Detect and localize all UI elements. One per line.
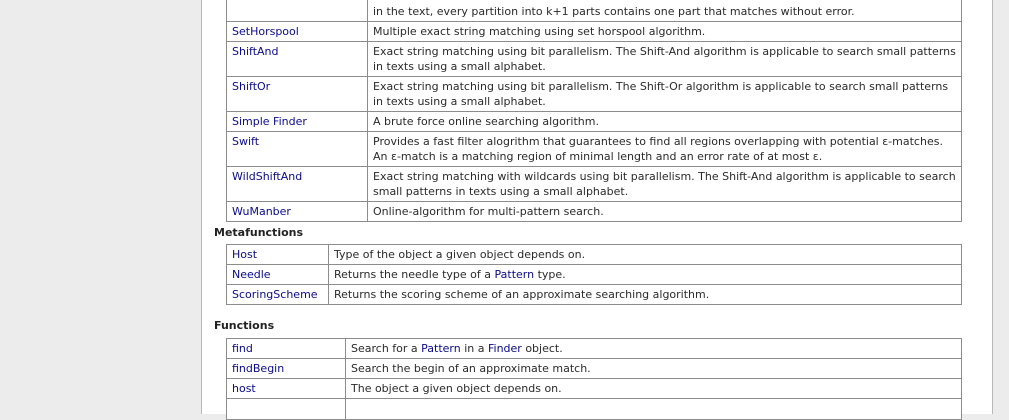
spec-desc: Provides a fast filter alogrithm that gu… <box>373 135 943 163</box>
metafunction-desc-cell: Returns the needle type of a Pattern typ… <box>328 264 962 285</box>
spec-name-cell[interactable]: Swift <box>226 131 368 167</box>
metafunction-link-needle[interactable]: Needle <box>232 268 271 281</box>
spec-desc: Online-algorithm for multi-pattern searc… <box>373 205 604 218</box>
spec-name-cell[interactable]: WuManber <box>226 201 368 222</box>
desc-text: object. <box>521 342 563 355</box>
function-link-host[interactable]: host <box>232 382 256 395</box>
desc-text: The object a given object depends on. <box>351 382 562 395</box>
spec-desc: in the text, every partition into k+1 pa… <box>373 5 855 18</box>
table-row: in the text, every partition into k+1 pa… <box>226 0 962 22</box>
spec-desc: A brute force online searching algorithm… <box>373 115 599 128</box>
table-row: Swift Provides a fast filter alogrithm t… <box>226 131 962 167</box>
metafunction-desc-cell: Type of the object a given object depend… <box>328 244 962 265</box>
spec-desc-cell: Exact string matching with wildcards usi… <box>367 166 962 202</box>
metafunction-name-cell[interactable]: ScoringScheme <box>226 284 329 305</box>
spec-desc-cell: Multiple exact string matching using set… <box>367 21 962 42</box>
desc-text: type. <box>534 268 566 281</box>
specializations-table: in the text, every partition into k+1 pa… <box>226 0 962 222</box>
table-row: WildShiftAnd Exact string matching with … <box>226 166 962 202</box>
spec-name-cell[interactable] <box>226 0 368 22</box>
function-name-cell[interactable] <box>226 398 346 420</box>
spec-desc: Multiple exact string matching using set… <box>373 25 706 38</box>
metafunctions-heading: Metafunctions <box>214 226 304 239</box>
function-link-findbegin[interactable]: findBegin <box>232 362 284 375</box>
spec-desc-cell: Exact string matching using bit parallel… <box>367 76 962 112</box>
spec-link-shiftand[interactable]: ShiftAnd <box>232 45 278 58</box>
function-name-cell[interactable]: find <box>226 338 346 359</box>
desc-text: Returns the needle type of a <box>334 268 495 281</box>
spec-desc: Exact string matching with wildcards usi… <box>373 170 956 198</box>
metafunction-desc-cell: Returns the scoring scheme of an approxi… <box>328 284 962 305</box>
table-row: ShiftAnd Exact string matching using bit… <box>226 41 962 77</box>
metafunction-name-cell[interactable]: Host <box>226 244 329 265</box>
table-row: SetHorspool Multiple exact string matchi… <box>226 21 962 42</box>
pattern-link[interactable]: Pattern <box>495 268 535 281</box>
table-row: ShiftOr Exact string matching using bit … <box>226 76 962 112</box>
function-name-cell[interactable]: host <box>226 378 346 399</box>
table-row <box>226 398 962 420</box>
metafunction-link-scoringscheme[interactable]: ScoringScheme <box>232 288 318 301</box>
functions-heading: Functions <box>214 319 275 332</box>
spec-link-simple-finder[interactable]: Simple Finder <box>232 115 307 128</box>
function-desc-cell: Search the begin of an approximate match… <box>345 358 962 379</box>
desc-text: Returns the scoring scheme of an approxi… <box>334 288 710 301</box>
spec-link-wildshiftand[interactable]: WildShiftAnd <box>232 170 302 183</box>
table-row: WuManber Online-algorithm for multi-patt… <box>226 201 962 222</box>
spec-desc-cell: in the text, every partition into k+1 pa… <box>367 0 962 22</box>
spec-link-shiftor[interactable]: ShiftOr <box>232 80 270 93</box>
table-row: ScoringScheme Returns the scoring scheme… <box>226 284 962 305</box>
spec-desc: Exact string matching using bit parallel… <box>373 45 956 73</box>
desc-text: Type of the object a given object depend… <box>334 248 586 261</box>
spec-desc: Exact string matching using bit parallel… <box>373 80 949 108</box>
metafunction-name-cell[interactable]: Needle <box>226 264 329 285</box>
spec-desc-cell: A brute force online searching algorithm… <box>367 111 962 132</box>
spec-link-wumanber[interactable]: WuManber <box>232 205 291 218</box>
spec-name-cell[interactable]: ShiftAnd <box>226 41 368 77</box>
desc-text: Search for a <box>351 342 422 355</box>
window-scrollbar[interactable] <box>1001 0 1009 404</box>
pattern-link[interactable]: Pattern <box>421 342 461 355</box>
table-row: findBegin Search the begin of an approxi… <box>226 358 962 379</box>
table-row: host The object a given object depends o… <box>226 378 962 399</box>
table-row: Simple Finder A brute force online searc… <box>226 111 962 132</box>
table-row: Host Type of the object a given object d… <box>226 244 962 265</box>
function-desc-cell <box>345 398 962 420</box>
metafunctions-table: Host Type of the object a given object d… <box>226 244 962 305</box>
function-desc-cell: The object a given object depends on. <box>345 378 962 399</box>
metafunction-link-host[interactable]: Host <box>232 248 257 261</box>
table-row: Needle Returns the needle type of a Patt… <box>226 264 962 285</box>
desc-text: Search the begin of an approximate match… <box>351 362 591 375</box>
spec-desc-cell: Provides a fast filter alogrithm that gu… <box>367 131 962 167</box>
spec-name-cell[interactable]: Simple Finder <box>226 111 368 132</box>
function-desc-cell: Search for a Pattern in a Finder object. <box>345 338 962 359</box>
spec-desc-cell: Online-algorithm for multi-pattern searc… <box>367 201 962 222</box>
spec-name-cell[interactable]: WildShiftAnd <box>226 166 368 202</box>
finder-link[interactable]: Finder <box>488 342 522 355</box>
spec-name-cell[interactable]: SetHorspool <box>226 21 368 42</box>
function-link-find[interactable]: find <box>232 342 253 355</box>
spec-link-swift[interactable]: Swift <box>232 135 259 148</box>
desc-text: in a <box>460 342 488 355</box>
functions-table: find Search for a Pattern in a Finder ob… <box>226 338 962 420</box>
spec-name-cell[interactable]: ShiftOr <box>226 76 368 112</box>
spec-desc-cell: Exact string matching using bit parallel… <box>367 41 962 77</box>
function-name-cell[interactable]: findBegin <box>226 358 346 379</box>
spec-link-sethorspool[interactable]: SetHorspool <box>232 25 299 38</box>
table-row: find Search for a Pattern in a Finder ob… <box>226 338 962 359</box>
